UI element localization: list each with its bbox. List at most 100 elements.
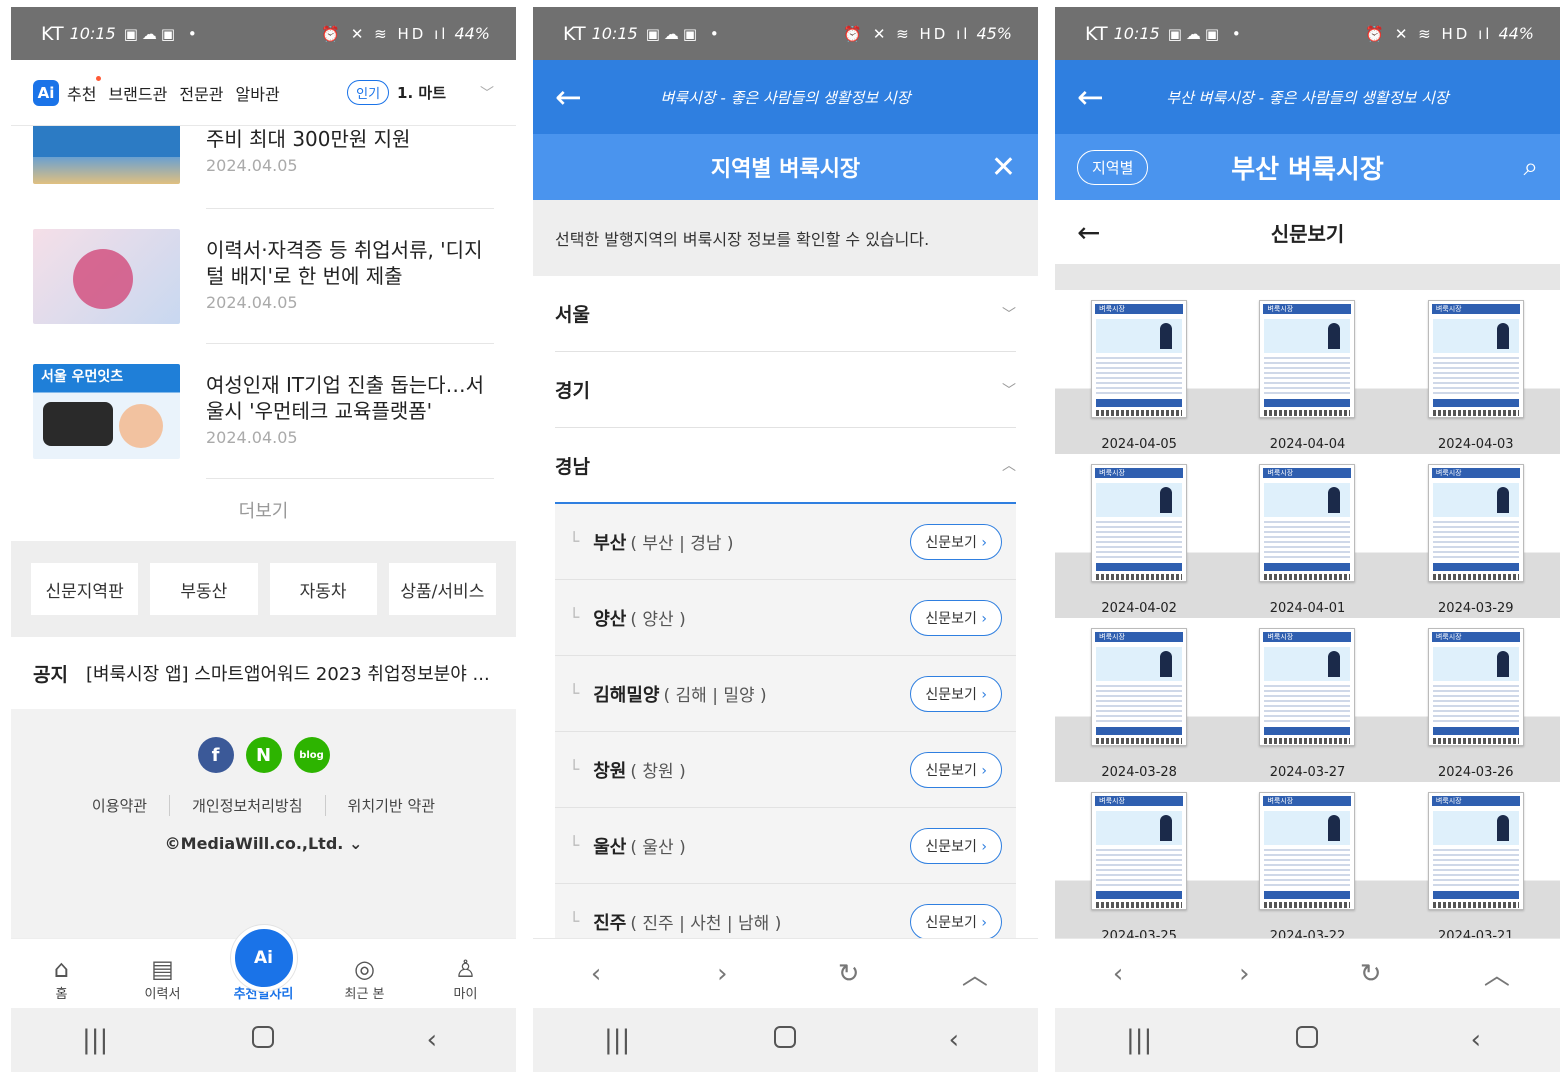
paper-thumbnail-item[interactable]: 벼룩시장 2024-04-02 <box>1055 454 1224 618</box>
paper-thumbnail-item[interactable]: 벼룩시장 2024-03-26 <box>1391 618 1560 782</box>
scroll-top-icon[interactable]: ︿ <box>1467 955 1527 992</box>
sub-region-item: └ 부산 ( 부산 | 경남 ) 신문보기 <box>555 504 1016 580</box>
page-title: 지역별 벼룩시장 <box>710 157 861 182</box>
newspaper-cover: 벼룩시장 <box>1427 300 1524 418</box>
nav-resume[interactable]: ▤ 이력서 <box>123 955 203 1002</box>
category-buttons: 신문지역판 부동산 자동차 상품/서비스 <box>11 541 516 637</box>
view-paper-button[interactable]: 신문보기 <box>910 675 1002 712</box>
view-paper-button[interactable]: 신문보기 <box>910 599 1002 636</box>
paper-thumbnail-item[interactable]: 벼룩시장 2024-03-21 <box>1391 782 1560 946</box>
paper-thumbnail-item[interactable]: 벼룩시장 2024-04-01 <box>1223 454 1392 618</box>
next-icon[interactable]: › <box>692 959 752 989</box>
newspaper-cover: 벼룩시장 <box>1259 792 1356 910</box>
news-item[interactable]: 서울 우먼잇츠 여성인재 IT기업 진출 돕는다…서울시 '우먼테크 교육플랫폼… <box>11 344 516 478</box>
region-select-button[interactable]: 지역별 <box>1077 149 1149 185</box>
facebook-icon[interactable]: f <box>197 737 234 773</box>
tab-brand[interactable]: 브랜드관 <box>108 81 167 105</box>
prev-icon[interactable]: ‹ <box>1088 959 1148 989</box>
back-button[interactable]: ‹ <box>914 1025 994 1055</box>
nav-home[interactable]: ⌂ 홈 <box>22 955 102 1002</box>
copyright[interactable]: ©MediaWill.co.,Ltd. ⌄ <box>11 834 516 853</box>
next-icon[interactable]: › <box>1214 959 1274 989</box>
refresh-icon[interactable]: ↻ <box>1341 959 1401 989</box>
paper-thumbnail-item[interactable]: 벼룩시장 2024-04-03 <box>1391 290 1560 454</box>
tab-parttime[interactable]: 알바관 <box>236 81 280 105</box>
corner-icon: └ <box>569 607 580 628</box>
news-thumbnail: 서울 우먼잇츠 <box>33 364 180 459</box>
category-newspaper[interactable]: 신문지역판 <box>31 563 139 615</box>
paper-date: 2024-04-05 <box>1101 437 1177 452</box>
chevron-down-icon[interactable]: ﹀ <box>480 83 494 103</box>
paper-thumbnail-item[interactable]: 벼룩시장 2024-03-29 <box>1391 454 1560 618</box>
scroll-top-icon[interactable]: ︿ <box>945 955 1005 992</box>
category-car[interactable]: 자동차 <box>269 563 377 615</box>
paper-thumbnail-item[interactable]: 벼룩시장 2024-03-27 <box>1223 618 1392 782</box>
sub-region-areas: ( 울산 ) <box>630 838 686 858</box>
region-gyeonggi[interactable]: 경기 ﹀ <box>555 352 1016 428</box>
nav-recommended-jobs[interactable]: Ai 추천일자리 <box>224 925 304 1002</box>
privacy-link[interactable]: 개인정보처리방침 <box>169 795 303 816</box>
resume-icon: ▤ <box>151 955 174 983</box>
ai-logo-icon[interactable]: Ai <box>33 79 59 106</box>
browser-nav: ‹ › ↻ ︿ <box>533 938 1038 1008</box>
home-button[interactable] <box>223 1025 303 1055</box>
view-paper-button[interactable]: 신문보기 <box>910 827 1002 864</box>
news-date: 2024.04.05 <box>206 156 298 175</box>
paper-thumbnail-item[interactable]: 벼룩시장 2024-04-04 <box>1223 290 1392 454</box>
category-realestate[interactable]: 부동산 <box>150 563 258 615</box>
popular-keyword[interactable]: 1. 마트 <box>397 82 446 103</box>
back-arrow-icon[interactable]: ← <box>555 78 595 116</box>
sub-header: 지역별 부산 벼룩시장 ⌕ <box>1055 134 1560 200</box>
corner-icon: └ <box>569 683 580 704</box>
nav-recent[interactable]: ◎ 최근 본 <box>325 955 405 1002</box>
naver-post-icon[interactable]: N <box>245 737 282 773</box>
back-arrow-icon[interactable]: ← <box>1077 78 1117 116</box>
corner-icon: └ <box>569 531 580 552</box>
terms-link[interactable]: 이용약관 <box>92 795 147 816</box>
chevron-down-icon: ﹀ <box>1002 306 1016 323</box>
region-seoul[interactable]: 서울 ﹀ <box>555 276 1016 352</box>
paper-thumbnail-item[interactable]: 벼룩시장 2024-03-28 <box>1055 618 1224 782</box>
news-item[interactable]: 이력서·자격증 등 취업서류, '디지털 배지'로 한 번에 제출 2024.0… <box>11 209 516 343</box>
back-button[interactable]: ‹ <box>1436 1025 1516 1055</box>
divider <box>1055 264 1560 290</box>
nav-my[interactable]: ♙ 마이 <box>426 955 506 1002</box>
tab-specialty[interactable]: 전문관 <box>179 81 223 105</box>
system-nav: ||| ‹ <box>1055 1008 1560 1072</box>
home-button[interactable] <box>1267 1025 1347 1055</box>
paper-thumbnail-item[interactable]: 벼룩시장 2024-04-05 <box>1055 290 1224 454</box>
paper-thumbnail-item[interactable]: 벼룩시장 2024-03-22 <box>1223 782 1392 946</box>
region-gyeongnam[interactable]: 경남 ︿ <box>555 428 1016 504</box>
notice-bar[interactable]: 공지 [벼룩시장 앱] 스마트앱어워드 2023 취업정보분야 ... <box>11 637 516 709</box>
view-paper-button[interactable]: 신문보기 <box>910 903 1002 940</box>
category-goods[interactable]: 상품/서비스 <box>388 563 496 615</box>
back-arrow-icon[interactable]: ← <box>1077 216 1109 249</box>
back-button[interactable]: ‹ <box>392 1025 472 1055</box>
view-paper-button[interactable]: 신문보기 <box>910 751 1002 788</box>
news-thumbnail <box>33 229 180 324</box>
system-icons: ⏰ ✕ ≋ HD ıl <box>1365 24 1493 43</box>
tab-recommend[interactable]: 추천 <box>67 75 102 105</box>
notification-icons: ▣☁▣ • <box>645 24 723 43</box>
view-paper-button[interactable]: 신문보기 <box>910 523 1002 560</box>
paper-grid: 벼룩시장 2024-04-05 벼룩시장 2024-04-04 벼룩시장 2024-04-… <box>1055 290 1560 946</box>
category-tabs: Ai 추천 브랜드관 전문관 알바관 인기 1. 마트 ﹀ <box>11 60 516 126</box>
paper-thumbnail-item[interactable]: 벼룩시장 2024-03-25 <box>1055 782 1224 946</box>
app-header: ← 벼룩시장 - 좋은 사람들의 생활정보 시장 <box>533 60 1038 134</box>
news-item[interactable]: 주비 최대 300만원 지원 2024.04.05 <box>11 126 516 188</box>
close-icon[interactable]: ✕ <box>991 150 1016 185</box>
paper-masthead: 벼룩시장 <box>1263 304 1352 314</box>
more-button[interactable]: 더보기 <box>11 479 516 541</box>
sub-region-areas: ( 부산 | 경남 ) <box>630 534 734 554</box>
prev-icon[interactable]: ‹ <box>566 959 626 989</box>
location-terms-link[interactable]: 위치기반 약관 <box>324 795 435 816</box>
recent-apps-button[interactable]: ||| <box>55 1025 135 1055</box>
carrier: KT <box>41 22 64 45</box>
home-button[interactable] <box>745 1025 825 1055</box>
blog-icon[interactable]: blog <box>293 737 330 773</box>
search-icon[interactable]: ⌕ <box>1523 152 1538 183</box>
newspaper-cover: 벼룩시장 <box>1259 464 1356 582</box>
refresh-icon[interactable]: ↻ <box>819 959 879 989</box>
recent-apps-button[interactable]: ||| <box>1099 1025 1179 1055</box>
recent-apps-button[interactable]: ||| <box>577 1025 657 1055</box>
